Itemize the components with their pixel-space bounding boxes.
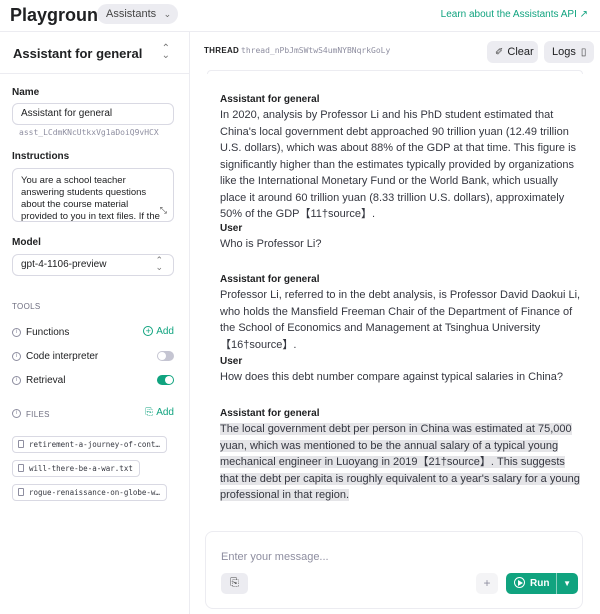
mode-selector-label: Assistants bbox=[106, 8, 157, 20]
info-icon[interactable]: i bbox=[12, 376, 21, 385]
tool-functions-label: Functions bbox=[26, 327, 70, 338]
selected-text: The local government debt per person in … bbox=[220, 423, 580, 501]
add-function-label: Add bbox=[156, 326, 174, 337]
file-chip[interactable]: will-there-be-a-war.txt bbox=[12, 460, 140, 477]
attach-file-button[interactable]: ⎘ bbox=[221, 573, 248, 594]
chevron-updown-icon: ⌃ ⌄ bbox=[155, 255, 163, 272]
add-file-label: Add bbox=[156, 407, 174, 418]
assistant-id: asst_LCdmKNcUtkxVg1aDoiQ9vHCX bbox=[19, 128, 159, 137]
assistant-sidebar: Assistant for general ⌃ ⌄ Name Assistant … bbox=[0, 32, 190, 614]
divider bbox=[556, 573, 557, 594]
code-interpreter-toggle[interactable] bbox=[157, 351, 174, 361]
name-field[interactable]: Assistant for general bbox=[12, 103, 174, 125]
thread-label: THREAD bbox=[204, 46, 240, 55]
assistant-selector[interactable]: Assistant for general ⌃ ⌄ bbox=[0, 32, 190, 74]
run-button[interactable]: Run ▼ bbox=[506, 573, 578, 594]
assistant-selector-label: Assistant for general bbox=[13, 46, 143, 61]
clear-button-label: Clear bbox=[507, 46, 534, 58]
tool-code-interpreter: i Code interpreter bbox=[12, 349, 174, 365]
expand-icon[interactable]: ⤡ bbox=[160, 204, 167, 216]
message-role: Assistant for general bbox=[220, 94, 320, 105]
file-name: rogue-renaissance-on-globe-w… bbox=[29, 488, 160, 497]
add-file-button[interactable]: ⎘ Add bbox=[145, 407, 174, 418]
plus-circle-icon: + bbox=[143, 326, 154, 336]
info-icon[interactable]: i bbox=[12, 409, 21, 418]
play-circle-icon bbox=[514, 577, 525, 588]
logs-button[interactable]: Logs ▯ bbox=[544, 41, 594, 63]
mode-selector[interactable]: Assistants ⌄ bbox=[97, 4, 179, 24]
info-icon[interactable]: i bbox=[12, 328, 21, 337]
thread-panel: THREAD thread_nPbJmSWtwS4umNYBNqrkGoLy ✐… bbox=[190, 32, 600, 614]
logs-button-label: Logs bbox=[552, 46, 576, 58]
document-icon bbox=[18, 440, 24, 448]
instructions-field[interactable]: You are a school teacher answering stude… bbox=[12, 168, 174, 222]
info-icon[interactable]: i bbox=[12, 352, 21, 361]
add-message-button[interactable]: + bbox=[476, 573, 498, 594]
caret-down-icon[interactable]: ▼ bbox=[563, 573, 571, 594]
model-label: Model bbox=[12, 237, 41, 248]
document-icon bbox=[18, 464, 24, 472]
clear-button[interactable]: ✐ Clear bbox=[487, 41, 538, 63]
run-button-label: Run bbox=[530, 578, 550, 589]
tool-code-interpreter-label: Code interpreter bbox=[26, 351, 99, 362]
message-role: Assistant for general bbox=[220, 408, 320, 419]
message-text: The local government debt per person in … bbox=[220, 421, 584, 504]
file-chip[interactable]: rogue-renaissance-on-globe-w… bbox=[12, 484, 167, 501]
thread-id: thread_nPbJmSWtwS4umNYBNqrkGoLy bbox=[241, 46, 391, 55]
chevron-down-icon: ⌄ bbox=[163, 9, 172, 19]
files-section-label: FILES bbox=[26, 410, 50, 419]
toggle-knob bbox=[158, 352, 166, 360]
app-title: Playground bbox=[10, 5, 110, 25]
message-role: User bbox=[220, 356, 243, 367]
chevron-updown-icon: ⌃ ⌄ bbox=[161, 43, 170, 61]
instructions-label: Instructions bbox=[12, 151, 70, 162]
message-input[interactable]: Enter your message... bbox=[221, 551, 329, 563]
document-icon bbox=[18, 488, 24, 496]
tools-section-label: TOOLS bbox=[12, 302, 41, 311]
message-role: Assistant for general bbox=[220, 274, 320, 285]
file-name: retirement-a-journey-of-cont… bbox=[29, 440, 160, 449]
learn-assistants-api-link[interactable]: Learn about the Assistants API ↗ bbox=[441, 9, 588, 20]
broom-icon: ✐ bbox=[495, 47, 504, 58]
model-select-value: gpt-4-1106-preview bbox=[21, 259, 107, 270]
toggle-knob bbox=[165, 376, 173, 384]
file-name: will-there-be-a-war.txt bbox=[29, 464, 133, 473]
message-assistant: Assistant for general The local governme… bbox=[220, 408, 584, 504]
message-user: User How does this debt number compare a… bbox=[220, 356, 584, 386]
file-chip[interactable]: retirement-a-journey-of-cont… bbox=[12, 436, 167, 453]
name-label: Name bbox=[12, 87, 40, 98]
tool-retrieval-label: Retrieval bbox=[26, 375, 66, 386]
paperclip-icon: ⎘ bbox=[230, 577, 239, 589]
conversation-top-edge bbox=[207, 70, 583, 74]
plus-icon: + bbox=[483, 576, 491, 590]
message-text: Professor Li, referred to in the debt an… bbox=[220, 289, 581, 351]
message-assistant: Assistant for general In 2020, analysis … bbox=[220, 94, 584, 223]
message-assistant: Assistant for general Professor Li, refe… bbox=[220, 274, 584, 353]
model-select[interactable]: gpt-4-1106-preview ⌃ ⌄ bbox=[12, 254, 174, 276]
message-text: In 2020, analysis by Professor Li and hi… bbox=[220, 109, 577, 220]
instructions-text: You are a school teacher answering stude… bbox=[21, 175, 160, 222]
message-user: User Who is Professor Li? bbox=[220, 223, 584, 253]
message-text: Who is Professor Li? bbox=[220, 238, 322, 250]
retrieval-toggle[interactable] bbox=[157, 375, 174, 385]
message-composer[interactable]: Enter your message... ⎘ + Run ▼ bbox=[205, 531, 583, 609]
paperclip-icon: ⎘ bbox=[145, 407, 154, 418]
message-role: User bbox=[220, 223, 243, 234]
message-text: How does this debt number compare agains… bbox=[220, 371, 564, 383]
tool-retrieval: i Retrieval bbox=[12, 373, 174, 389]
add-function-button[interactable]: + Add bbox=[143, 326, 174, 337]
top-bar: Playground Assistants ⌄ Learn about the … bbox=[0, 0, 600, 32]
sidebar-panel-icon: ▯ bbox=[580, 47, 587, 58]
tool-functions: i Functions + Add bbox=[12, 325, 174, 341]
files-header: i FILES ⎘ Add bbox=[12, 406, 174, 422]
